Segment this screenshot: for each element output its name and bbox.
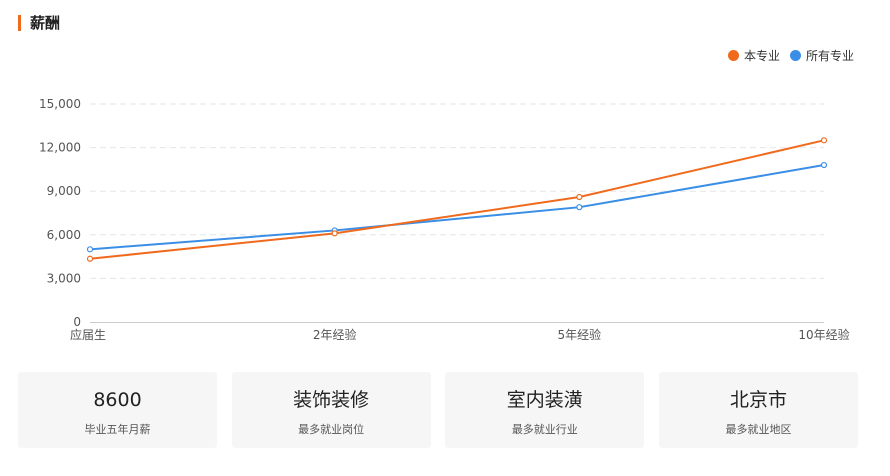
series-line-1 bbox=[89, 164, 825, 251]
data-point-0 bbox=[576, 193, 583, 201]
legend-item-all[interactable]: 所有专业 bbox=[789, 47, 854, 64]
section-title: 薪酬 bbox=[30, 14, 61, 32]
data-point-1 bbox=[820, 161, 828, 169]
stat-card-position: 装饰装修 最多就业岗位 bbox=[231, 372, 431, 448]
stat-value-position: 装饰装修 bbox=[293, 389, 370, 411]
stat-card-industry: 室内装潢 最多就业行业 bbox=[445, 372, 645, 448]
x-tick-label: 5年经验 bbox=[558, 327, 602, 342]
stat-card-region: 北京市 最多就业地区 bbox=[658, 372, 858, 448]
chart-legend: 本专业 所有专业 bbox=[718, 47, 854, 64]
legend-label-major: 本专业 bbox=[743, 49, 780, 63]
data-point-1 bbox=[86, 246, 94, 253]
y-tick-label: 9,000 bbox=[47, 184, 81, 198]
y-tick-label: 3,000 bbox=[47, 271, 81, 285]
stat-value-region: 北京市 bbox=[729, 389, 787, 411]
stats-cards: 8600 毕业五年月薪 装饰装修 最多就业岗位 室内装潢 最多就业行业 北京市 … bbox=[18, 372, 858, 448]
stat-label-region: 最多就业地区 bbox=[725, 423, 792, 436]
legend-label-all: 所有专业 bbox=[805, 49, 854, 63]
stat-label-industry: 最多就业行业 bbox=[511, 423, 578, 436]
y-tick-label: 12,000 bbox=[39, 141, 81, 155]
stat-value-industry: 室内装潢 bbox=[506, 389, 583, 411]
section-header: 薪酬 bbox=[18, 14, 60, 32]
stat-label-salary: 毕业五年月薪 bbox=[84, 423, 151, 436]
header-accent-bar bbox=[18, 15, 21, 31]
y-tick-label: 0 bbox=[73, 315, 81, 329]
y-tick-label: 15,000 bbox=[39, 97, 81, 111]
legend-dot-major bbox=[727, 50, 739, 61]
legend-item-major[interactable]: 本专业 bbox=[727, 47, 780, 64]
data-point-0 bbox=[820, 137, 828, 144]
x-tick-label: 10年经验 bbox=[798, 327, 849, 342]
y-tick-label: 6,000 bbox=[47, 228, 81, 242]
stat-value-salary: 8600 bbox=[93, 389, 142, 411]
legend-dot-all bbox=[789, 50, 801, 61]
stat-card-salary: 8600 毕业五年月薪 bbox=[18, 372, 217, 448]
salary-line-chart: 0 3,000 6,000 9,000 12,000 15,000 应届生 2年经验 5年经验 1… bbox=[39, 97, 850, 342]
data-point-1 bbox=[576, 204, 583, 211]
data-point-0 bbox=[86, 255, 94, 262]
data-point-0 bbox=[331, 230, 338, 237]
x-tick-label: 2年经验 bbox=[313, 327, 357, 342]
x-tick-label: 应届生 bbox=[70, 327, 106, 342]
stat-label-position: 最多就业岗位 bbox=[298, 423, 365, 436]
